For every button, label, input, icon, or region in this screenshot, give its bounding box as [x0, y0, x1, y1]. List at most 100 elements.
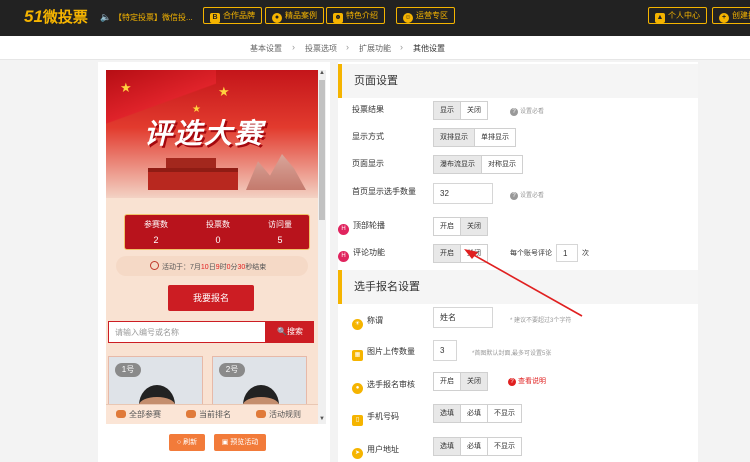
search-button[interactable]: 🔍搜索: [266, 321, 314, 343]
audit-off[interactable]: 关闭: [461, 372, 488, 391]
vote-result-hide[interactable]: 关闭: [461, 101, 488, 120]
signup-settings-header: 选手报名设置: [338, 270, 698, 304]
brand-b-icon: B: [210, 13, 220, 23]
features-intro-button[interactable]: ☻ 特色介绍: [326, 7, 385, 24]
title-input[interactable]: [433, 307, 493, 328]
operations-zone-button[interactable]: ☺ 运营专区: [396, 7, 455, 24]
comment-limit-suffix: 次: [582, 250, 589, 257]
logo-text: 微投票: [42, 9, 88, 26]
nav-label: 当前排名: [199, 410, 231, 419]
address-optional[interactable]: 选填: [433, 437, 461, 456]
event-banner: ★ ★ ★ 评选大赛: [106, 70, 318, 198]
stat-votes: 投票数 0: [187, 219, 249, 245]
scrollbar-thumb[interactable]: [319, 80, 325, 220]
carousel-off[interactable]: 关闭: [461, 217, 488, 236]
search-input[interactable]: [108, 321, 266, 343]
contestant-number: 2号: [219, 363, 245, 377]
site-logo[interactable]: 51微投票: [24, 6, 88, 27]
question-icon: ?: [510, 192, 518, 200]
breadcrumb-vote-options[interactable]: 投票选项: [305, 43, 337, 54]
label-text: 手机号码: [367, 412, 399, 421]
comment-off[interactable]: 关闭: [461, 244, 488, 263]
refresh-button[interactable]: ○ 刷新: [169, 434, 205, 451]
page-display-label: 页面显示: [352, 159, 384, 168]
home-icon: [116, 410, 126, 418]
nav-label: 活动规则: [269, 410, 301, 419]
display-waterfall[interactable]: 瀑布流显示: [433, 155, 482, 174]
settings-panel: 页面设置 投票结果 显示 关闭 ? 设置必看 显示方式 双排显示 单排显示 页面显…: [338, 62, 698, 462]
phone-toggle: 选填 必填 不显示: [433, 404, 522, 423]
notice-marquee[interactable]: 【特定投票】微信投...: [114, 12, 196, 23]
vote-result-show[interactable]: 显示: [433, 101, 461, 120]
scroll-down-icon[interactable]: ▼: [319, 416, 325, 422]
display-symmetric[interactable]: 对称显示: [482, 155, 523, 174]
audit-on[interactable]: 开启: [433, 372, 461, 391]
signup-button[interactable]: 我要报名: [168, 285, 254, 311]
countdown-text: 活动于：7月10日9时0分30秒结束: [162, 262, 266, 272]
image-icon: ▦: [352, 350, 363, 361]
plus-icon: +: [719, 13, 729, 23]
address-toggle: 选填 必填 不显示: [433, 437, 522, 456]
carousel-on[interactable]: 开启: [433, 217, 461, 236]
countdown-day-unit: 日: [208, 264, 216, 271]
label-text: 用户地址: [367, 445, 399, 454]
user-icon: ●: [352, 383, 363, 394]
display-mode-label: 显示方式: [352, 132, 384, 141]
preview-activity-button[interactable]: ▣ 预览活动: [214, 434, 266, 451]
create-vote-button[interactable]: +创建投: [712, 7, 750, 24]
user-center-button[interactable]: ▲ 个人中心: [648, 7, 707, 24]
hint-text: 设置必看: [520, 109, 545, 115]
hot-icon: H: [338, 251, 349, 262]
comment-on[interactable]: 开启: [433, 244, 461, 263]
breadcrumb-basic-settings[interactable]: 基本设置: [250, 43, 282, 54]
button-label: 创建投: [732, 11, 750, 20]
display-single[interactable]: 单排显示: [475, 128, 516, 147]
clock-icon: [150, 261, 159, 270]
chevron-right-icon: ›: [346, 42, 349, 52]
chevron-right-icon: ›: [292, 42, 295, 52]
partner-brands-button[interactable]: B 合作品牌: [203, 7, 262, 24]
gate-building-graphic: [148, 168, 238, 190]
home-count-input[interactable]: [433, 183, 493, 204]
phone-required[interactable]: 必填: [461, 404, 488, 423]
phone-hidden[interactable]: 不显示: [488, 404, 522, 423]
button-label: 刷新: [183, 439, 198, 446]
image-count-hint: *首图默认封面,最多可设置5张: [472, 351, 552, 357]
button-label: 预览活动: [230, 439, 259, 446]
comment-limit-input[interactable]: [556, 244, 578, 262]
stat-value: 5: [277, 235, 283, 245]
rules-icon: [256, 410, 266, 418]
bottom-nav: 全部参赛 当前排名 活动规则: [106, 404, 318, 424]
home-count-hint: ? 设置必看: [510, 190, 544, 200]
phone-optional[interactable]: 选填: [433, 404, 461, 423]
image-count-input[interactable]: [433, 340, 457, 361]
stat-entries: 参赛数 2: [125, 219, 187, 245]
display-mode-toggle: 双排显示 单排显示: [433, 128, 516, 147]
label-text: 图片上传数量: [367, 347, 415, 356]
scroll-up-icon[interactable]: ▲: [319, 70, 325, 76]
comment-limit-prefix: 每个账号评论: [510, 250, 552, 257]
preview-scrollbar[interactable]: ▲ ▼: [318, 70, 326, 424]
nav-ranking[interactable]: 当前排名: [186, 409, 231, 420]
audit-label: ● 选手报名审核: [352, 379, 415, 394]
featured-cases-button[interactable]: ● 精品案例: [265, 7, 324, 24]
address-hidden[interactable]: 不显示: [488, 437, 522, 456]
nav-label: 全部参赛: [129, 410, 161, 419]
audit-help-link[interactable]: ? 查看说明: [508, 376, 546, 386]
breadcrumb-extensions[interactable]: 扩展功能: [359, 43, 391, 54]
image-count-label: ▦ 图片上传数量: [352, 346, 415, 361]
countdown-suffix: 秒结束: [245, 264, 267, 271]
page-display-toggle: 瀑布流显示 对称显示: [433, 155, 523, 174]
ranking-icon: [186, 410, 196, 418]
stat-label: 参赛数: [144, 220, 168, 229]
page-settings-header: 页面设置: [338, 64, 698, 98]
nav-rules[interactable]: 活动规则: [256, 409, 301, 420]
vote-result-hint: ? 设置必看: [510, 106, 544, 116]
question-icon: ?: [510, 108, 518, 116]
nav-all-entries[interactable]: 全部参赛: [116, 409, 161, 420]
star-icon: ★: [218, 84, 230, 99]
address-required[interactable]: 必填: [461, 437, 488, 456]
breadcrumb-other-settings[interactable]: 其他设置: [413, 43, 445, 54]
display-double[interactable]: 双排显示: [433, 128, 475, 147]
users-icon: ☻: [333, 13, 343, 23]
